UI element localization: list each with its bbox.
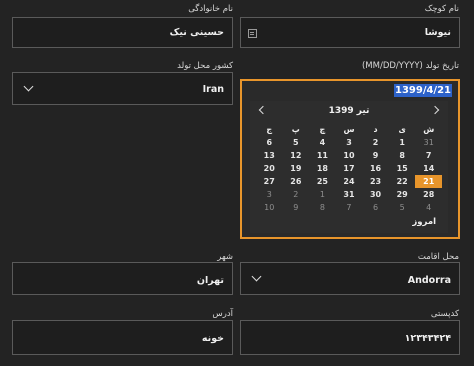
- birth-date-value[interactable]: 1399/4/21: [393, 84, 452, 97]
- first-name-label: نام کوچک: [424, 4, 459, 14]
- calendar-day[interactable]: 8: [309, 201, 336, 214]
- residence-select[interactable]: Andorra: [240, 262, 460, 295]
- birth-date-field[interactable]: 1399/4/21 تیر 1399 شیدسچپج 31 1 2 3 4 5 6 7 8 9 10…: [240, 79, 460, 239]
- calendar-day[interactable]: 10: [336, 149, 363, 162]
- calendar-day[interactable]: 25: [309, 175, 336, 188]
- birth-country-label: کشور محل تولد: [177, 61, 233, 71]
- first-name-value: نیوشا: [424, 27, 451, 38]
- address-field[interactable]: خونه: [12, 320, 233, 355]
- city-label: شهر: [217, 252, 233, 262]
- calendar-week: 28 29 30 31 1 2 3: [256, 188, 442, 201]
- residence-value: Andorra: [407, 275, 451, 286]
- chevron-down-icon: [251, 271, 262, 282]
- calendar-day[interactable]: 9: [362, 149, 389, 162]
- last-name-label: نام خانوادگی: [188, 4, 233, 14]
- calendar-day[interactable]: 3: [256, 188, 283, 201]
- last-name-field[interactable]: حسینی نیک: [12, 17, 233, 48]
- calendar-day[interactable]: 2: [362, 136, 389, 149]
- first-name-field[interactable]: نیوشا: [240, 17, 460, 48]
- weekday-label: د: [373, 125, 378, 134]
- chevron-down-icon: [23, 81, 34, 92]
- calendar-day[interactable]: 28: [415, 188, 442, 201]
- address-label: آدرس: [212, 309, 233, 319]
- calendar-day[interactable]: 3: [336, 136, 363, 149]
- calendar-day[interactable]: 7: [415, 149, 442, 162]
- calendar-day[interactable]: 18: [309, 162, 336, 175]
- calendar-day[interactable]: 5: [389, 201, 416, 214]
- city-field[interactable]: تهران: [12, 262, 233, 295]
- weekday-label: س: [343, 125, 355, 134]
- calendar-grid: شیدسچپج 31 1 2 3 4 5 6 7 8 9 10 11 12 13 14 15 16 17 18 19 2…: [256, 123, 442, 214]
- weekday-label: ش: [423, 125, 435, 134]
- last-name-value: حسینی نیک: [169, 27, 224, 38]
- calendar-week: 31 1 2 3 4 5 6: [256, 136, 442, 149]
- weekday-label: ی: [398, 125, 406, 134]
- weekday-label: چ: [319, 125, 326, 134]
- calendar-day[interactable]: 1: [309, 188, 336, 201]
- calendar-day[interactable]: 5: [283, 136, 310, 149]
- weekday-label: ج: [266, 125, 273, 134]
- residence-label: محل اقامت: [417, 252, 459, 262]
- weekday-label: پ: [291, 125, 300, 134]
- calendar-week: 4 5 6 7 8 9 10: [256, 201, 442, 214]
- calendar-day[interactable]: 13: [256, 149, 283, 162]
- calendar-day[interactable]: 29: [389, 188, 416, 201]
- birth-country-value: Iran: [202, 84, 224, 95]
- weekday-row: شیدسچپج: [256, 123, 442, 136]
- calendar-day[interactable]: 16: [362, 162, 389, 175]
- calendar-day[interactable]: 8: [389, 149, 416, 162]
- calendar-day[interactable]: 7: [336, 201, 363, 214]
- calendar-day[interactable]: 27: [256, 175, 283, 188]
- date-picker-popup: تیر 1399 شیدسچپج 31 1 2 3 4 5 6 7 8 9 10 11 12 13 14 15…: [250, 101, 448, 233]
- calendar-month-title: تیر 1399: [328, 106, 370, 116]
- calendar-day[interactable]: 20: [256, 162, 283, 175]
- calendar-day[interactable]: 23: [362, 175, 389, 188]
- calendar-day[interactable]: 4: [415, 201, 442, 214]
- calendar-day[interactable]: 17: [336, 162, 363, 175]
- address-value: خونه: [201, 333, 224, 344]
- calendar-day[interactable]: 22: [389, 175, 416, 188]
- calendar-day[interactable]: 9: [283, 201, 310, 214]
- calendar-day[interactable]: 12: [283, 149, 310, 162]
- keyboard-icon: [248, 29, 257, 38]
- calendar-day[interactable]: 2: [283, 188, 310, 201]
- calendar-day[interactable]: 19: [283, 162, 310, 175]
- calendar-day[interactable]: 31: [336, 188, 363, 201]
- calendar-week: 14 15 16 17 18 19 20: [256, 162, 442, 175]
- calendar-day[interactable]: 11: [309, 149, 336, 162]
- calendar-day-selected[interactable]: 21: [415, 175, 442, 188]
- calendar-day[interactable]: 26: [283, 175, 310, 188]
- city-value: تهران: [196, 275, 224, 286]
- birth-country-select[interactable]: Iran: [12, 72, 233, 105]
- calendar-day[interactable]: 30: [362, 188, 389, 201]
- postal-code-field[interactable]: ۱۲۳۴۳۴۲۴: [240, 320, 460, 355]
- calendar-day[interactable]: 10: [256, 201, 283, 214]
- birth-date-label: تاریخ تولد (MM/DD/YYYY): [361, 61, 459, 71]
- calendar-day[interactable]: 14: [415, 162, 442, 175]
- calendar-day[interactable]: 24: [336, 175, 363, 188]
- calendar-day[interactable]: 6: [362, 201, 389, 214]
- postal-code-value: ۱۲۳۴۳۴۲۴: [404, 333, 451, 344]
- calendar-day[interactable]: 31: [415, 136, 442, 149]
- today-button[interactable]: امروز: [412, 217, 436, 227]
- calendar-day[interactable]: 6: [256, 136, 283, 149]
- calendar-week: 7 8 9 10 11 12 13: [256, 149, 442, 162]
- calendar-day[interactable]: 4: [309, 136, 336, 149]
- postal-code-label: کدپستی: [430, 309, 459, 319]
- calendar-week: 21 22 23 24 25 26 27: [256, 175, 442, 188]
- calendar-day[interactable]: 1: [389, 136, 416, 149]
- calendar-day[interactable]: 15: [389, 162, 416, 175]
